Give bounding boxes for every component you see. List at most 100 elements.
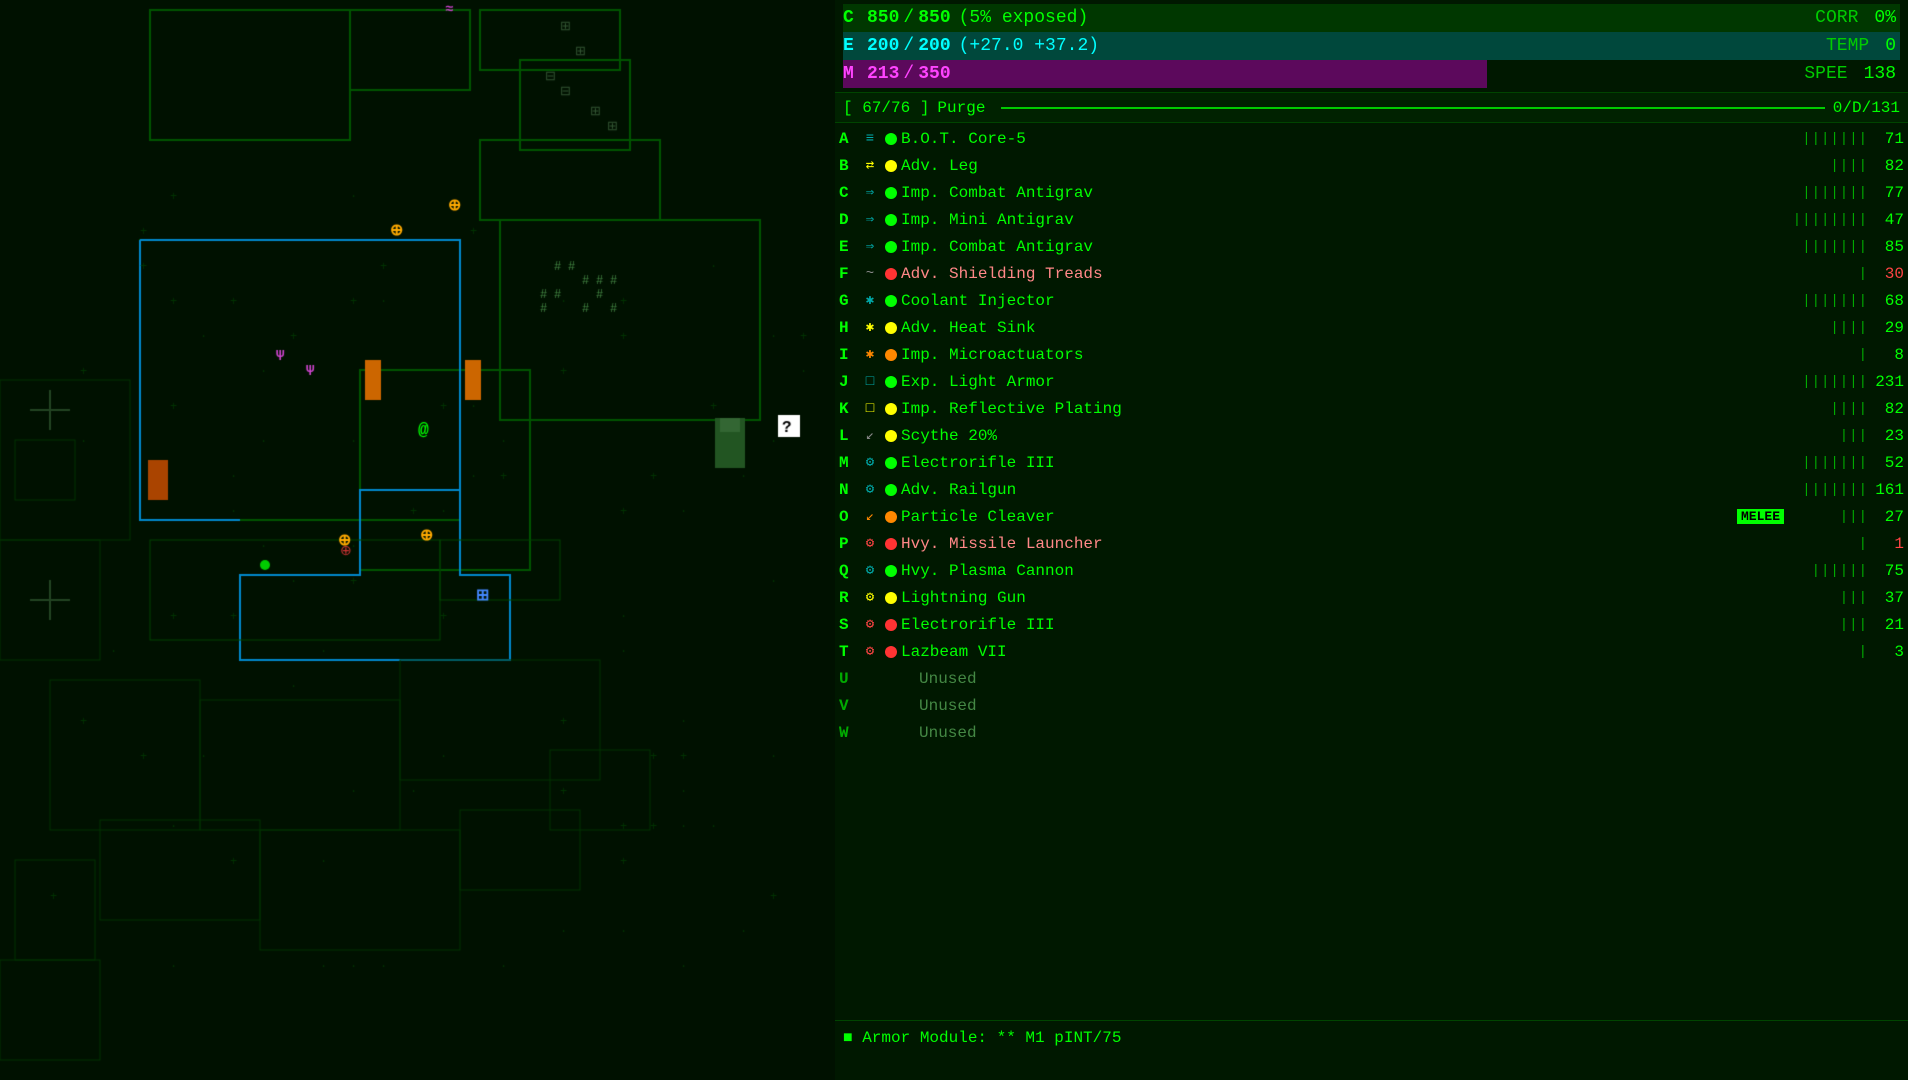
slot-center: Purge	[937, 99, 985, 117]
equip-integrity: 77	[1868, 184, 1904, 202]
bottom-text: ■ Armor Module: ** M1 pINT/75	[843, 1029, 1121, 1047]
corr-value: 0%	[1874, 8, 1896, 28]
equip-integrity: 29	[1868, 319, 1904, 337]
equip-integrity: 37	[1868, 589, 1904, 607]
equip-key: E	[839, 238, 859, 256]
equip-row-u[interactable]: U Unused	[835, 665, 1908, 692]
equip-slots: |	[1788, 536, 1868, 552]
equip-row-e[interactable]: E ⇒ Imp. Combat Antigrav ||||||| 85	[835, 233, 1908, 260]
equip-integrity: 8	[1868, 346, 1904, 364]
equip-key: P	[839, 535, 859, 553]
equip-slots: |||	[1788, 617, 1868, 633]
temp-value: 0	[1885, 36, 1896, 56]
equip-integrity: 23	[1868, 427, 1904, 445]
equip-slots: |	[1788, 644, 1868, 660]
equip-row-v[interactable]: V Unused	[835, 692, 1908, 719]
equip-slots: |||||||	[1788, 374, 1868, 390]
integrity-max: 850	[918, 8, 950, 28]
equip-key: H	[839, 319, 859, 337]
equip-slots: ||||	[1788, 158, 1868, 174]
energy-label: E	[843, 36, 863, 56]
spee-value: 138	[1864, 64, 1896, 84]
slot-bar: [ 67/76 ] Purge 0/D/131	[835, 93, 1908, 123]
equip-name: Hvy. Plasma Cannon	[901, 562, 1788, 580]
equip-row-n[interactable]: N ⚙ Adv. Railgun ||||||| 161	[835, 476, 1908, 503]
equip-row-t[interactable]: T ⚙ Lazbeam VII | 3	[835, 638, 1908, 665]
equip-slots: |||||||	[1788, 455, 1868, 471]
integrity-row: C 850 / 850 (5% exposed) CORR 0%	[843, 4, 1900, 32]
equip-row-q[interactable]: Q ⚙ Hvy. Plasma Cannon |||||| 75	[835, 557, 1908, 584]
equip-dot	[885, 430, 897, 442]
equip-row-s[interactable]: S ⚙ Electrorifle III ||| 21	[835, 611, 1908, 638]
equip-name: Imp. Microactuators	[901, 346, 1788, 364]
equip-key: V	[839, 697, 859, 715]
equip-integrity: 161	[1868, 481, 1904, 499]
equip-icon: ✱	[859, 292, 881, 309]
equip-icon: ✱	[859, 319, 881, 336]
equip-dot	[885, 133, 897, 145]
equip-dot	[885, 592, 897, 604]
equip-slots: |||	[1788, 428, 1868, 444]
matter-max: 350	[918, 64, 950, 84]
equip-name: Electrorifle III	[901, 454, 1788, 472]
equip-icon: ⚙	[859, 454, 881, 471]
equip-row-d[interactable]: D ⇒ Imp. Mini Antigrav |||||||| 47	[835, 206, 1908, 233]
energy-row: E 200 / 200 (+27.0 +37.2) TEMP 0	[843, 32, 1900, 60]
equip-row-p[interactable]: P ⚙ Hvy. Missile Launcher | 1	[835, 530, 1908, 557]
equip-key: L	[839, 427, 859, 445]
equip-row-g[interactable]: G ✱ Coolant Injector ||||||| 68	[835, 287, 1908, 314]
spee-label: SPEE	[1804, 64, 1847, 84]
equip-dot	[885, 403, 897, 415]
equip-key: N	[839, 481, 859, 499]
equip-row-m[interactable]: M ⚙ Electrorifle III ||||||| 52	[835, 449, 1908, 476]
equip-icon: ↙	[859, 427, 881, 444]
equip-key: D	[839, 211, 859, 229]
equip-name: Exp. Light Armor	[901, 373, 1788, 391]
equip-integrity: 82	[1868, 400, 1904, 418]
equip-slots: |	[1788, 266, 1868, 282]
equip-integrity: 71	[1868, 130, 1904, 148]
equip-slots: |||||||	[1788, 482, 1868, 498]
equip-icon: □	[859, 401, 881, 417]
equip-row-k[interactable]: K □ Imp. Reflective Plating |||| 82	[835, 395, 1908, 422]
equip-slots: |||||||	[1788, 293, 1868, 309]
equip-dot	[885, 538, 897, 550]
equip-unused: Unused	[919, 670, 977, 688]
equip-name: Imp. Reflective Plating	[901, 400, 1788, 418]
slot-right: 0/D/131	[1833, 99, 1900, 117]
integrity-value: 850	[867, 8, 899, 28]
equip-dot	[885, 241, 897, 253]
equip-slots: ||||	[1788, 401, 1868, 417]
equip-name: Scythe 20%	[901, 427, 1788, 445]
equip-name: Imp. Combat Antigrav	[901, 184, 1788, 202]
equip-icon: ⇄	[859, 157, 881, 174]
equip-name: Adv. Heat Sink	[901, 319, 1788, 337]
slot-left: [ 67/76 ]	[843, 99, 929, 117]
equip-row-h[interactable]: H ✱ Adv. Heat Sink |||| 29	[835, 314, 1908, 341]
equip-dot	[885, 457, 897, 469]
equip-name: Lightning Gun	[901, 589, 1788, 607]
equipment-list: A ≡ B.O.T. Core-5 ||||||| 71 B ⇄ Adv. Le…	[835, 123, 1908, 1020]
equip-row-o[interactable]: O ↙ Particle Cleaver MELEE ||| 27	[835, 503, 1908, 530]
map-panel	[0, 0, 835, 1080]
energy-bonus: (+27.0 +37.2)	[959, 36, 1099, 56]
equip-row-a[interactable]: A ≡ B.O.T. Core-5 ||||||| 71	[835, 125, 1908, 152]
equip-key: S	[839, 616, 859, 634]
equip-row-c[interactable]: C ⇒ Imp. Combat Antigrav ||||||| 77	[835, 179, 1908, 206]
equip-row-r[interactable]: R ⚙ Lightning Gun ||| 37	[835, 584, 1908, 611]
equip-row-i[interactable]: I ✱ Imp. Microactuators | 8	[835, 341, 1908, 368]
equip-row-w[interactable]: W Unused	[835, 719, 1908, 746]
equip-row-b[interactable]: B ⇄ Adv. Leg |||| 82	[835, 152, 1908, 179]
equip-icon: ⇒	[859, 211, 881, 228]
equip-dot	[885, 187, 897, 199]
equip-row-l[interactable]: L ↙ Scythe 20% ||| 23	[835, 422, 1908, 449]
equip-integrity: 82	[1868, 157, 1904, 175]
equip-icon: ⇒	[859, 184, 881, 201]
equip-row-f[interactable]: F ~ Adv. Shielding Treads | 30	[835, 260, 1908, 287]
slot-divider	[1001, 107, 1824, 109]
equip-key: U	[839, 670, 859, 688]
equip-row-j[interactable]: J □ Exp. Light Armor ||||||| 231	[835, 368, 1908, 395]
energy-sep: /	[903, 36, 914, 56]
matter-sep: /	[903, 64, 914, 84]
equip-icon: □	[859, 374, 881, 390]
